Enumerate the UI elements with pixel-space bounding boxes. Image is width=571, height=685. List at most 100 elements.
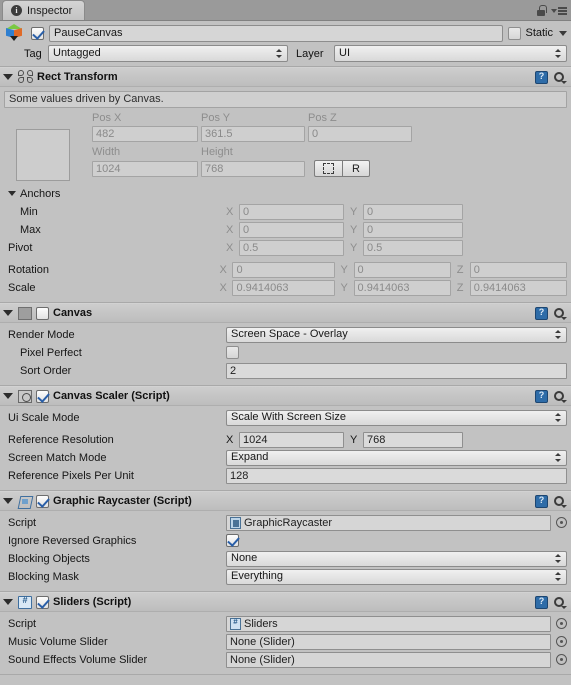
tab-bar-controls	[536, 5, 567, 17]
component-header[interactable]: Canvas Scaler (Script)	[0, 386, 571, 406]
help-icon[interactable]	[535, 70, 548, 84]
reference-ppu-row: Reference Pixels Per Unit 128	[4, 467, 567, 484]
blocking-objects-dropdown[interactable]: None	[226, 550, 567, 567]
pivot-label: Pivot	[8, 241, 33, 254]
ignore-reversed-checkbox[interactable]	[226, 534, 239, 547]
object-picker-icon[interactable]	[556, 618, 567, 629]
gear-icon[interactable]	[553, 390, 567, 403]
hamburger-menu-icon[interactable]	[551, 7, 567, 15]
anchor-max-y-field[interactable]: 0	[363, 221, 463, 238]
gear-icon[interactable]	[553, 307, 567, 320]
anchors-foldout-row[interactable]: Anchors	[4, 185, 567, 202]
object-picker-icon[interactable]	[556, 636, 567, 647]
reference-ppu-field[interactable]: 128	[226, 467, 567, 484]
pivot-x-field[interactable]: 0.5	[239, 239, 344, 256]
foldout-arrow-icon[interactable]	[3, 74, 13, 80]
scale-x-field[interactable]: 0.9414063	[232, 279, 335, 296]
anchor-min-x-field[interactable]: 0	[239, 203, 344, 220]
component-canvas: Canvas Render Mode Screen Space - Overla…	[0, 303, 571, 386]
static-label: Static	[525, 27, 553, 39]
tag-dropdown[interactable]: Untagged	[48, 45, 288, 62]
blocking-mask-value: Everything	[231, 570, 283, 582]
component-header[interactable]: Sliders (Script)	[0, 592, 571, 612]
object-picker-icon[interactable]	[556, 517, 567, 528]
tab-inspector[interactable]: i Inspector	[2, 0, 86, 20]
component-header[interactable]: Canvas	[0, 303, 571, 323]
blocking-objects-row: Blocking Objects None	[4, 550, 567, 567]
gameobject-header: PauseCanvas Static Tag Untagged Layer UI	[0, 21, 571, 67]
raw-edit-button[interactable]: R	[342, 160, 370, 177]
rotation-y-field[interactable]: 0	[353, 261, 451, 278]
axis-y-label: Y	[350, 241, 358, 254]
sfx-volume-slider-field[interactable]: None (Slider)	[226, 651, 551, 668]
width-field[interactable]: 1024	[92, 160, 198, 177]
anchor-max-x-field[interactable]: 0	[239, 221, 344, 238]
component-title: Rect Transform	[37, 71, 118, 83]
render-mode-value: Screen Space - Overlay	[231, 328, 348, 340]
pos-x-field[interactable]: 482	[92, 126, 198, 142]
rect-transform-icon	[18, 70, 33, 84]
ui-scale-mode-row: Ui Scale Mode Scale With Screen Size	[4, 409, 567, 426]
layer-dropdown[interactable]: UI	[334, 45, 567, 62]
ignore-reversed-row: Ignore Reversed Graphics	[4, 532, 567, 549]
pos-y-field[interactable]: 361.5	[201, 126, 305, 142]
canvas-icon	[18, 306, 32, 320]
blueprint-mode-button[interactable]	[314, 160, 342, 177]
gear-icon[interactable]	[553, 495, 567, 508]
foldout-arrow-icon[interactable]	[3, 599, 13, 605]
graphic-raycaster-enabled-checkbox[interactable]	[36, 494, 49, 508]
gameobject-enabled-checkbox[interactable]	[31, 26, 44, 40]
foldout-arrow-icon[interactable]	[8, 191, 16, 196]
script-object-field[interactable]: GraphicRaycaster	[226, 514, 551, 531]
foldout-arrow-icon[interactable]	[3, 393, 13, 399]
help-icon[interactable]	[535, 306, 548, 320]
help-icon[interactable]	[535, 494, 548, 508]
ui-scale-mode-dropdown[interactable]: Scale With Screen Size	[226, 409, 567, 426]
gear-icon[interactable]	[553, 71, 567, 84]
sort-order-label: Sort Order	[20, 364, 72, 377]
lock-icon[interactable]	[536, 5, 547, 17]
rotation-z-field[interactable]: 0	[469, 261, 567, 278]
pixel-perfect-checkbox[interactable]	[226, 346, 239, 359]
render-mode-dropdown[interactable]: Screen Space - Overlay	[226, 326, 567, 343]
static-dropdown-arrow[interactable]	[559, 30, 567, 36]
scale-y-field[interactable]: 0.9414063	[353, 279, 451, 296]
component-header[interactable]: Rect Transform	[0, 67, 571, 87]
chevron-updown-icon	[554, 452, 562, 463]
reference-resolution-x-field[interactable]: 1024	[239, 431, 344, 448]
foldout-arrow-icon[interactable]	[3, 310, 13, 316]
axis-x-label: X	[226, 433, 234, 446]
sort-order-field[interactable]: 2	[226, 362, 567, 379]
scale-z-field[interactable]: 0.9414063	[469, 279, 567, 296]
object-picker-icon[interactable]	[556, 654, 567, 665]
component-header[interactable]: Graphic Raycaster (Script)	[0, 491, 571, 511]
gameobject-name-input[interactable]: PauseCanvas	[49, 24, 504, 42]
screen-match-mode-dropdown[interactable]: Expand	[226, 449, 567, 466]
gear-icon[interactable]	[553, 596, 567, 609]
help-icon[interactable]	[535, 389, 548, 403]
script-asset-icon	[230, 516, 241, 529]
reference-resolution-y-field[interactable]: 768	[363, 431, 463, 448]
pos-z-field[interactable]: 0	[308, 126, 412, 142]
music-volume-slider-field[interactable]: None (Slider)	[226, 633, 551, 650]
ui-scale-mode-value: Scale With Screen Size	[231, 411, 346, 423]
reference-resolution-label: Reference Resolution	[8, 433, 114, 446]
render-mode-row: Render Mode Screen Space - Overlay	[4, 326, 567, 343]
canvas-scaler-enabled-checkbox[interactable]	[36, 389, 49, 403]
canvas-enabled-checkbox[interactable]	[36, 306, 49, 320]
blocking-mask-dropdown[interactable]: Everything	[226, 568, 567, 585]
script-object-field[interactable]: Sliders	[226, 615, 551, 632]
sliders-enabled-checkbox[interactable]	[36, 595, 49, 609]
script-row: Script Sliders	[4, 615, 567, 632]
pivot-y-field[interactable]: 0.5	[363, 239, 463, 256]
height-field[interactable]: 768	[201, 160, 305, 177]
static-checkbox[interactable]	[508, 26, 522, 40]
help-icon[interactable]	[535, 595, 548, 609]
foldout-arrow-icon[interactable]	[3, 498, 13, 504]
prefab-cube-icon[interactable]	[4, 23, 26, 43]
anchor-preset-box[interactable]	[16, 129, 70, 181]
component-graphic-raycaster: Graphic Raycaster (Script) Script Graphi…	[0, 491, 571, 592]
anchor-min-y-field[interactable]: 0	[363, 203, 463, 220]
rotation-x-field[interactable]: 0	[232, 261, 335, 278]
csharp-script-icon	[18, 595, 32, 609]
